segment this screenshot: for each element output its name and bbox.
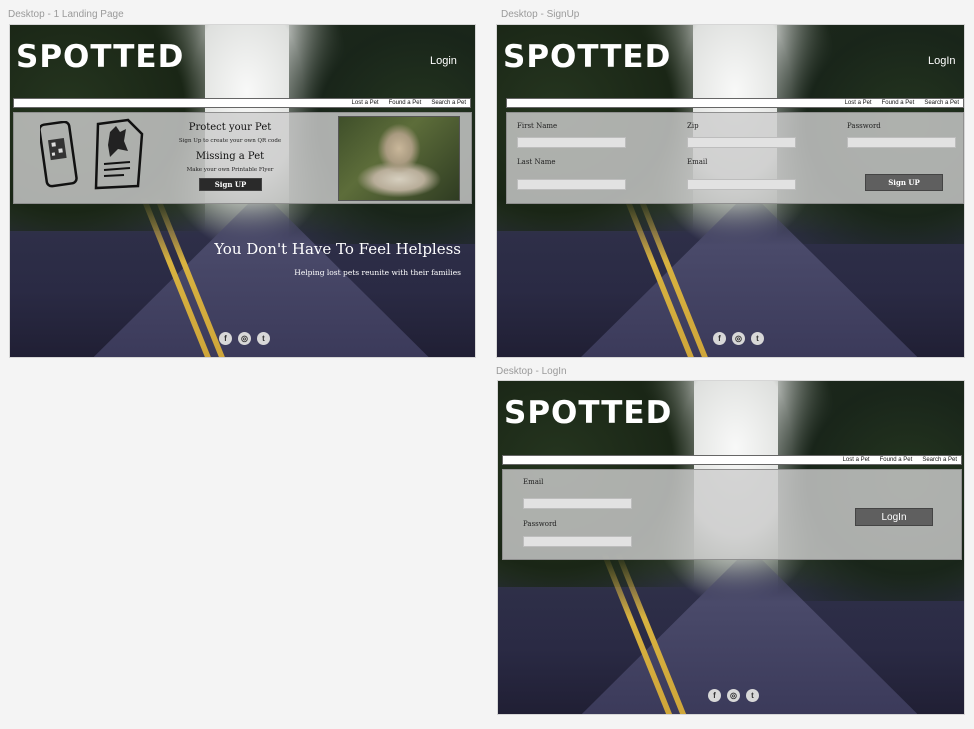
twitter-icon[interactable]: t [746,689,759,702]
protect-pet-title: Protect your Pet [188,122,272,133]
pug-photo [338,116,460,201]
spotted-logo[interactable]: SPOTTED [16,39,184,75]
password-label: Password [847,122,881,130]
nav-lost-pet[interactable]: Lost a Pet [843,457,870,463]
missing-pet-title: Missing a Pet [195,151,265,162]
twitter-icon[interactable]: t [257,332,270,345]
first-name-field[interactable] [517,137,626,148]
login-link[interactable]: Login [430,55,457,67]
email-field[interactable] [523,498,632,509]
nav-bar: Lost a Pet Found a Pet Search a Pet [13,98,471,108]
email-label: Email [523,478,544,486]
missing-pet-subtitle: Make your own Printable Flyer [186,167,274,173]
email-label: Email [687,158,708,166]
facebook-icon[interactable]: f [708,689,721,702]
zip-label: Zip [687,122,699,130]
info-panel: Protect your Pet Sign Up to create your … [13,112,472,204]
login-link[interactable]: LogIn [928,55,956,67]
last-name-label: Last Name [517,158,556,166]
nav-search-pet[interactable]: Search a Pet [922,457,957,463]
password-label: Password [523,520,557,528]
flyer-icon [94,118,144,190]
password-field[interactable] [523,536,632,547]
facebook-icon[interactable]: f [219,332,232,345]
nav-found-pet[interactable]: Found a Pet [880,457,913,463]
spotted-logo[interactable]: SPOTTED [503,39,671,75]
social-links: f ◎ t [708,689,759,702]
login-artboard: SPOTTED Lost a Pet Found a Pet Search a … [497,380,965,715]
twitter-icon[interactable]: t [751,332,764,345]
password-field[interactable] [847,137,956,148]
instagram-icon[interactable]: ◎ [238,332,251,345]
nav-search-pet[interactable]: Search a Pet [431,100,466,106]
facebook-icon[interactable]: f [713,332,726,345]
login-form-panel: Email Password LogIn [502,469,962,560]
zip-field[interactable] [687,137,796,148]
landing-artboard: SPOTTED Login Lost a Pet Found a Pet Sea… [9,24,476,358]
nav-bar: Lost a Pet Found a Pet Search a Pet [502,455,962,465]
email-field[interactable] [687,179,796,190]
nav-found-pet[interactable]: Found a Pet [882,100,915,106]
nav-found-pet[interactable]: Found a Pet [389,100,422,106]
social-links: f ◎ t [713,332,764,345]
nav-bar: Lost a Pet Found a Pet Search a Pet [506,98,964,108]
hero-subheadline: Helping lost pets reunite with their fam… [294,268,461,277]
signup-artboard: SPOTTED LogIn Lost a Pet Found a Pet Sea… [496,24,965,358]
signup-form-panel: First Name Last Name Zip Email Password … [506,112,964,204]
signup-button[interactable]: Sign UP [199,178,262,191]
hero-headline: You Don't Have To Feel Helpless [214,240,461,258]
nav-lost-pet[interactable]: Lost a Pet [845,100,872,106]
nav-lost-pet[interactable]: Lost a Pet [352,100,379,106]
social-links: f ◎ t [219,332,270,345]
first-name-label: First Name [517,122,558,130]
phone-qr-icon [40,121,78,188]
instagram-icon[interactable]: ◎ [732,332,745,345]
last-name-field[interactable] [517,179,626,190]
signup-submit-button[interactable]: Sign UP [865,174,943,191]
frame-label-signup: Desktop - SignUp [501,9,580,20]
protect-pet-subtitle: Sign Up to create your own QR code [178,138,282,144]
instagram-icon[interactable]: ◎ [727,689,740,702]
spotted-logo[interactable]: SPOTTED [504,395,672,431]
login-submit-button[interactable]: LogIn [855,508,933,526]
frame-label-landing: Desktop - 1 Landing Page [8,9,124,20]
nav-search-pet[interactable]: Search a Pet [924,100,959,106]
frame-label-login: Desktop - LogIn [496,366,567,377]
